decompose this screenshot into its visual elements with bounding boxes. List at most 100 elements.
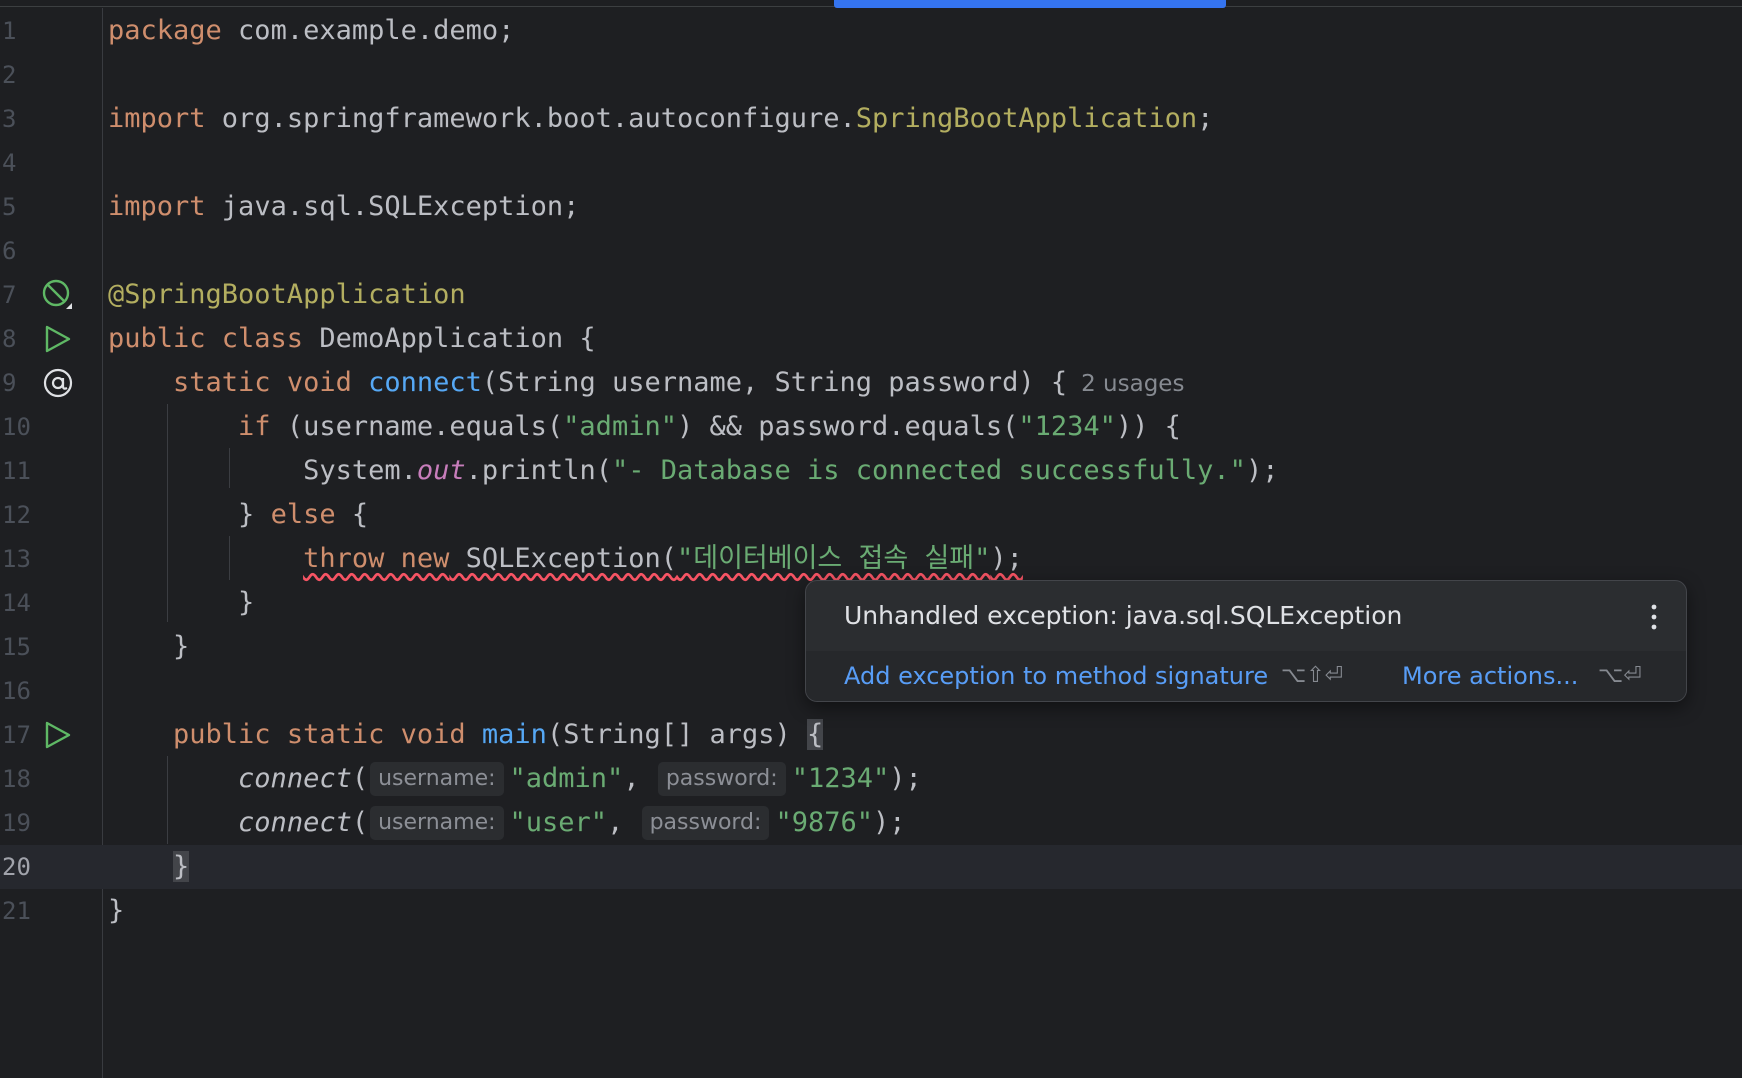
- keyword: else: [270, 499, 336, 530]
- line-number[interactable]: 14: [0, 581, 32, 625]
- code-line[interactable]: 17 public static void main(String[] args…: [0, 713, 1742, 757]
- code-line[interactable]: 18 connect(username: "admin", password: "1…: [0, 757, 1742, 801]
- parameter-hint: username:: [370, 762, 504, 796]
- code-text: (: [351, 807, 369, 838]
- line-number[interactable]: 6: [0, 229, 32, 273]
- matched-brace: }: [173, 851, 190, 882]
- error-popup: Unhandled exception: java.sql.SQLExcepti…: [805, 580, 1687, 702]
- code-line[interactable]: 3 import org.springframework.boot.autoco…: [0, 97, 1742, 141]
- code-line[interactable]: 4: [0, 141, 1742, 185]
- line-number[interactable]: 3: [0, 97, 32, 141]
- line-number[interactable]: 10: [0, 405, 32, 449]
- code-text: ,: [607, 807, 640, 838]
- code-line[interactable]: 21 }: [0, 889, 1742, 933]
- code-text: )) {: [1115, 411, 1181, 442]
- code-text: ;: [1197, 103, 1214, 134]
- code-line-current[interactable]: 20 }: [0, 845, 1742, 889]
- line-number[interactable]: 4: [0, 141, 32, 185]
- more-actions-link[interactable]: More actions...: [1402, 651, 1578, 701]
- line-number[interactable]: 16: [0, 669, 32, 713]
- line-number[interactable]: 15: [0, 625, 32, 669]
- add-exception-shortcut: ⌥⇧⏎: [1281, 663, 1344, 688]
- code-line[interactable]: 5 import java.sql.SQLException;: [0, 185, 1742, 229]
- string-literal: "9876": [775, 807, 873, 838]
- string-literal: "데이터베이스 접속 실패": [676, 543, 991, 574]
- code-text: );: [990, 543, 1023, 574]
- parameter-hint: password:: [641, 806, 770, 840]
- method-name[interactable]: main: [482, 719, 547, 750]
- editor-tab-indicator[interactable]: [834, 0, 1226, 8]
- code-text: com.example.demo;: [221, 15, 515, 46]
- string-literal: "1234": [1018, 411, 1116, 442]
- code-line[interactable]: 19 connect(username: "user", password: "98…: [0, 801, 1742, 845]
- line-number[interactable]: 13: [0, 537, 32, 581]
- keyword: public class: [108, 323, 304, 354]
- line-number[interactable]: 8: [0, 317, 32, 361]
- line-number[interactable]: 5: [0, 185, 32, 229]
- code-text: SQLException(: [449, 543, 677, 574]
- code-text: org.springframework.boot.autoconfigure.: [205, 103, 856, 134]
- code-line[interactable]: 12 } else {: [0, 493, 1742, 537]
- add-exception-action[interactable]: Add exception to method signature: [844, 651, 1268, 701]
- line-number[interactable]: 9: [0, 361, 32, 405]
- keyword: throw new: [303, 543, 450, 574]
- code-line[interactable]: 8 public class DemoApplication {: [0, 317, 1742, 361]
- string-literal: "1234": [791, 763, 890, 794]
- code-text: DemoApplication {: [303, 323, 596, 354]
- error-highlight[interactable]: throw new SQLException("데이터베이스 접속 실패");: [303, 543, 1023, 574]
- line-number[interactable]: 20: [0, 845, 32, 889]
- code-text: ) && password.equals(: [676, 411, 1019, 442]
- matched-brace: {: [807, 719, 824, 750]
- code-text: }: [238, 587, 255, 618]
- line-number[interactable]: 21: [0, 889, 32, 933]
- method-call[interactable]: connect: [238, 763, 352, 794]
- line-number[interactable]: 2: [0, 53, 32, 97]
- code-line[interactable]: 9 static void connect(String username, S…: [0, 361, 1742, 405]
- line-number[interactable]: 11: [0, 449, 32, 493]
- keyword: import: [108, 103, 206, 134]
- code-line[interactable]: 7 @SpringBootApplication: [0, 273, 1742, 317]
- popup-actions: Add exception to method signature ⌥⇧⏎ Mo…: [806, 651, 1686, 701]
- code-text: (String[] args): [546, 719, 808, 750]
- vertical-ellipsis-icon[interactable]: [1644, 601, 1664, 633]
- method-name[interactable]: connect: [368, 367, 482, 398]
- string-literal: "admin": [563, 411, 677, 442]
- code-line[interactable]: 2: [0, 53, 1742, 97]
- spring-bean-icon[interactable]: [42, 279, 74, 311]
- code-line[interactable]: 13 throw new SQLException("데이터베이스 접속 실패"…: [0, 537, 1742, 581]
- code-line[interactable]: 1 package com.example.demo;: [0, 9, 1742, 53]
- line-number[interactable]: 17: [0, 713, 32, 757]
- line-number[interactable]: 19: [0, 801, 32, 845]
- method-call[interactable]: connect: [238, 807, 352, 838]
- usages-hint[interactable]: 2 usages: [1081, 371, 1184, 397]
- line-number[interactable]: 1: [0, 9, 32, 53]
- run-icon[interactable]: [42, 323, 74, 355]
- keyword: import: [108, 191, 206, 222]
- run-icon[interactable]: [42, 719, 74, 751]
- string-literal: "admin": [509, 763, 624, 794]
- more-actions-shortcut: ⌥⏎: [1598, 663, 1642, 688]
- keyword: public static void: [173, 719, 466, 750]
- class-reference: SpringBootApplication: [855, 103, 1198, 134]
- line-number[interactable]: 18: [0, 757, 32, 801]
- line-number[interactable]: 7: [0, 273, 32, 317]
- line-number[interactable]: 12: [0, 493, 32, 537]
- keyword: if: [238, 411, 271, 442]
- parameter-hint: username:: [370, 806, 504, 840]
- code-line[interactable]: 6: [0, 229, 1742, 273]
- code-line[interactable]: 10 if (username.equals("admin") && passw…: [0, 405, 1742, 449]
- code-line[interactable]: 11 System.out.println("- Database is con…: [0, 449, 1742, 493]
- code-text: (: [351, 763, 369, 794]
- at-sign-icon[interactable]: [42, 367, 74, 399]
